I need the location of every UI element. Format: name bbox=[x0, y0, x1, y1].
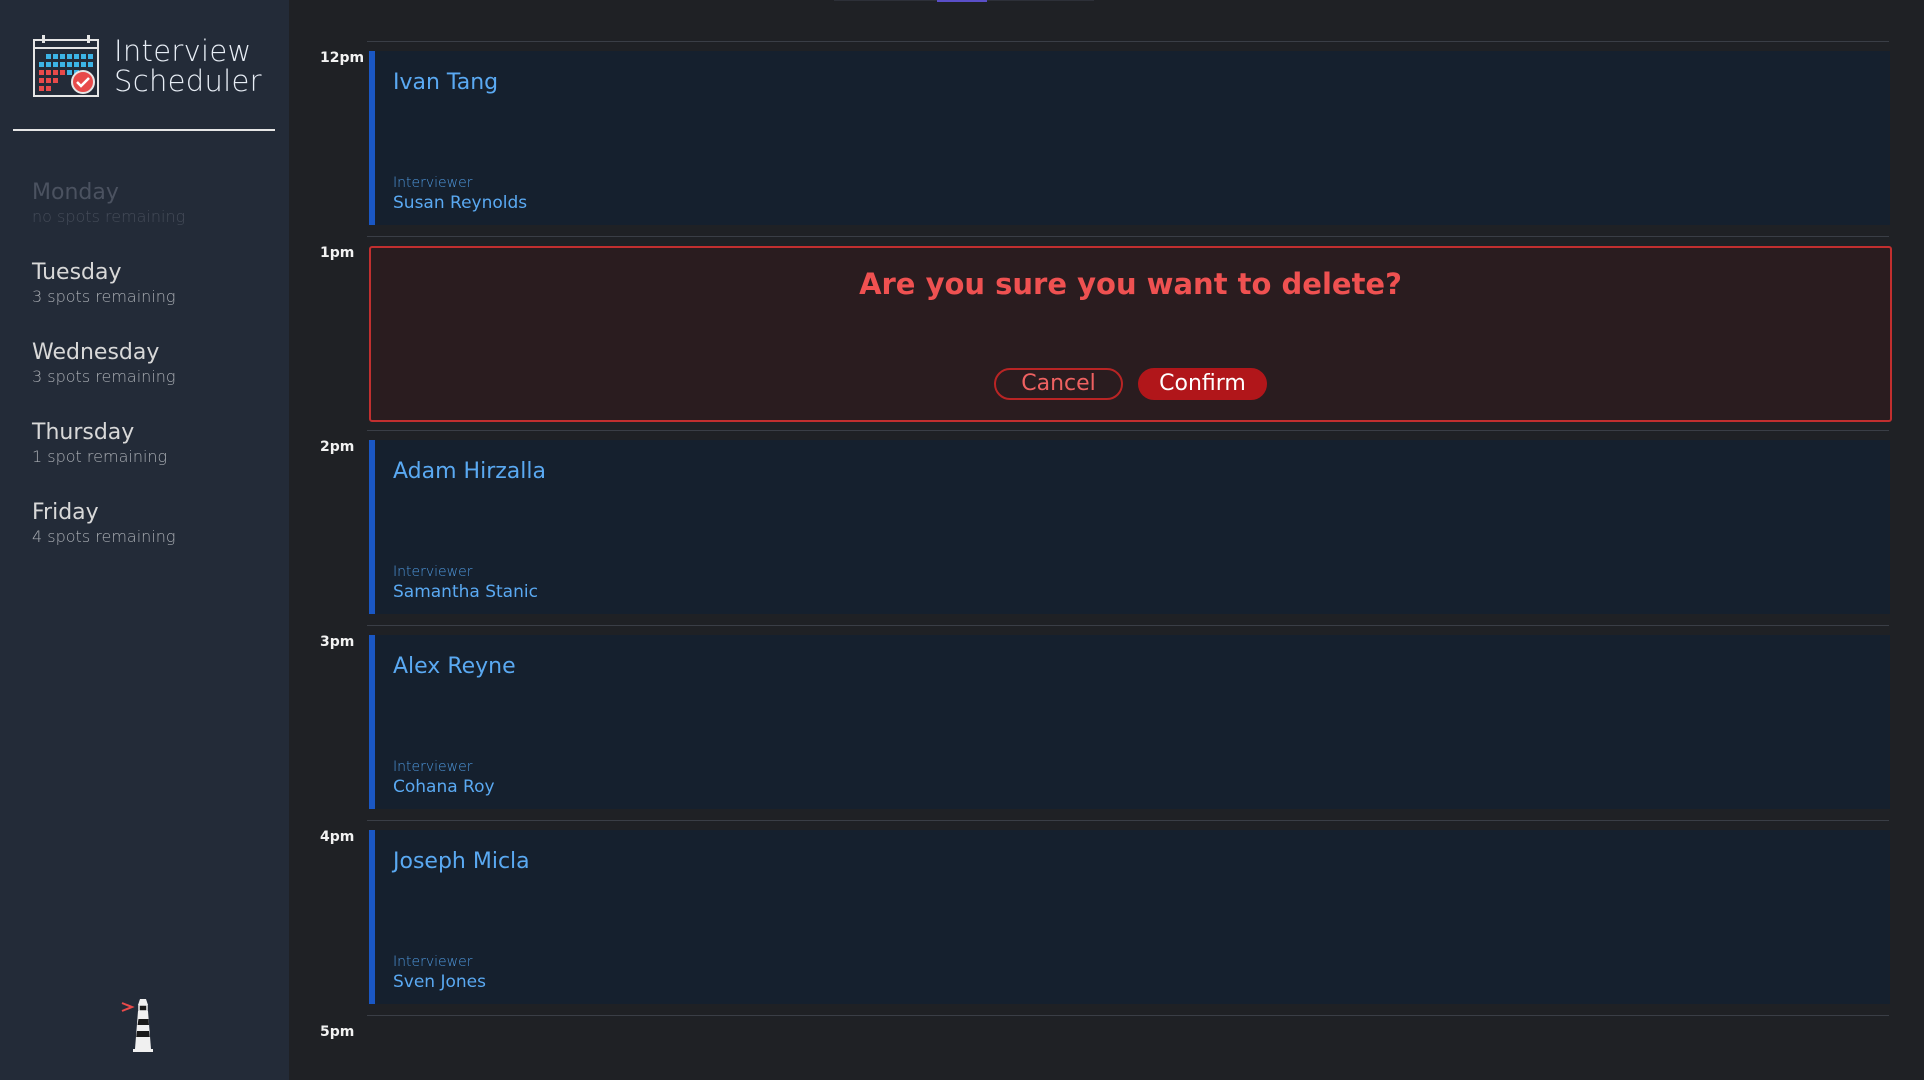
day-spots: 1 spot remaining bbox=[32, 447, 168, 466]
hour-divider bbox=[367, 625, 1889, 626]
hour-label: 4pm bbox=[320, 828, 355, 845]
interviewer-name: Samantha Stanic bbox=[393, 582, 538, 602]
confirm-message: Are you sure you want to delete? bbox=[859, 267, 1402, 301]
delete-confirm-panel: Are you sure you want to delete? Cancel … bbox=[369, 246, 1892, 422]
day-name: Wednesday bbox=[32, 340, 160, 365]
appointment-card[interactable]: Adam Hirzalla Interviewer Samantha Stani… bbox=[369, 440, 1890, 614]
sidebar-divider bbox=[13, 129, 275, 131]
day-spots: 3 spots remaining bbox=[32, 287, 176, 306]
student-name: Ivan Tang bbox=[393, 70, 499, 95]
day-item-monday[interactable]: Monday no spots remaining bbox=[32, 180, 185, 260]
confirm-button[interactable]: Confirm bbox=[1138, 368, 1267, 400]
day-item-tuesday[interactable]: Tuesday 3 spots remaining bbox=[32, 260, 185, 340]
day-item-friday[interactable]: Friday 4 spots remaining bbox=[32, 500, 185, 580]
hour-slot-4pm: 4pm Joseph Micla Interviewer Sven Jones bbox=[289, 820, 1890, 1015]
hour-label: 12pm bbox=[320, 49, 365, 66]
hour-label: 3pm bbox=[320, 633, 355, 650]
cancel-button[interactable]: Cancel bbox=[994, 368, 1123, 400]
hour-label: 5pm bbox=[320, 1023, 355, 1040]
interviewer-name: Susan Reynolds bbox=[393, 193, 528, 213]
day-item-wednesday[interactable]: Wednesday 3 spots remaining bbox=[32, 340, 185, 420]
appointment-card[interactable]: Ivan Tang Interviewer Susan Reynolds bbox=[369, 51, 1890, 225]
day-name: Monday bbox=[32, 180, 119, 205]
schedule: 12pm Ivan Tang Interviewer Susan Reynold… bbox=[289, 0, 1924, 1080]
day-spots: 3 spots remaining bbox=[32, 367, 176, 386]
hour-label: 1pm bbox=[320, 244, 355, 261]
hour-divider bbox=[367, 41, 1889, 42]
student-name: Adam Hirzalla bbox=[393, 459, 546, 484]
app-title-line2: Scheduler bbox=[114, 64, 262, 98]
interviewer-label: Interviewer bbox=[393, 564, 473, 580]
brand: Interview Scheduler bbox=[32, 34, 262, 98]
hour-label: 2pm bbox=[320, 438, 355, 455]
interviewer-name: Sven Jones bbox=[393, 972, 486, 992]
hour-slot-1pm: 1pm Are you sure you want to delete? Can… bbox=[289, 236, 1892, 431]
app-title: Interview Scheduler bbox=[114, 36, 262, 96]
hour-slot-5pm: 5pm bbox=[289, 1015, 1889, 1055]
app-title-line1: Interview bbox=[114, 34, 252, 68]
day-name: Friday bbox=[32, 500, 99, 525]
hour-divider bbox=[367, 236, 1889, 237]
interviewer-name: Cohana Roy bbox=[393, 777, 495, 797]
interviewer-label: Interviewer bbox=[393, 175, 473, 191]
student-name: Alex Reyne bbox=[393, 654, 516, 679]
day-list: Monday no spots remaining Tuesday 3 spot… bbox=[32, 180, 185, 580]
lighthouse-icon bbox=[121, 999, 153, 1052]
interviewer-label: Interviewer bbox=[393, 954, 473, 970]
day-name: Tuesday bbox=[32, 260, 122, 285]
hour-slot-3pm: 3pm Alex Reyne Interviewer Cohana Roy bbox=[289, 625, 1890, 820]
day-spots: no spots remaining bbox=[32, 207, 186, 226]
appointment-card[interactable]: Joseph Micla Interviewer Sven Jones bbox=[369, 830, 1890, 1004]
hour-divider bbox=[367, 1015, 1889, 1016]
appointment-card[interactable]: Alex Reyne Interviewer Cohana Roy bbox=[369, 635, 1890, 809]
sidebar: Interview Scheduler Monday no spots rema… bbox=[0, 0, 289, 1080]
interviewer-label: Interviewer bbox=[393, 759, 473, 775]
top-tab-indicator bbox=[937, 0, 987, 2]
day-item-thursday[interactable]: Thursday 1 spot remaining bbox=[32, 420, 185, 500]
calendar-check-icon bbox=[33, 35, 99, 97]
hour-divider bbox=[367, 430, 1889, 431]
day-name: Thursday bbox=[32, 420, 135, 445]
hour-slot-12pm: 12pm Ivan Tang Interviewer Susan Reynold… bbox=[289, 41, 1890, 236]
hour-divider bbox=[367, 820, 1889, 821]
hour-slot-2pm: 2pm Adam Hirzalla Interviewer Samantha S… bbox=[289, 430, 1890, 625]
student-name: Joseph Micla bbox=[393, 849, 530, 874]
day-spots: 4 spots remaining bbox=[32, 527, 176, 546]
